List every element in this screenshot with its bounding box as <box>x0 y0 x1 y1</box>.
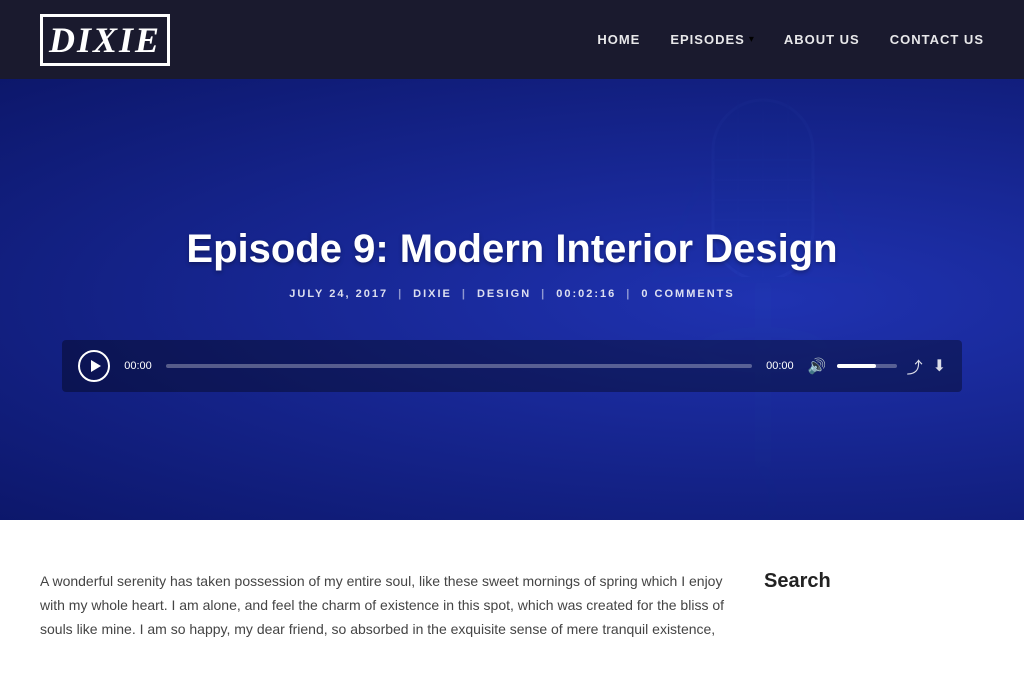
nav-contact[interactable]: CONTACT US <box>890 32 984 47</box>
end-time: 00:00 <box>762 360 798 372</box>
meta-author: DIXIE <box>413 288 452 300</box>
episode-meta: JULY 24, 2017 | DIXIE | DESIGN | 00:02:1… <box>62 288 962 300</box>
meta-date: JULY 24, 2017 <box>289 288 388 300</box>
share-button[interactable]: ⤴ <box>907 354 923 378</box>
episode-title: Episode 9: Modern Interior Design <box>62 227 962 272</box>
volume-fill <box>837 364 876 368</box>
download-button[interactable]: ⬇ <box>933 356 946 376</box>
progress-bar[interactable] <box>166 364 752 368</box>
separator-1: | <box>398 288 403 300</box>
nav-about[interactable]: ABOUT US <box>784 32 860 47</box>
nav-episodes-wrapper[interactable]: EPISODES ▾ <box>670 32 754 47</box>
main-content: A wonderful serenity has taken possessio… <box>40 570 724 641</box>
separator-3: | <box>541 288 546 300</box>
chevron-down-icon: ▾ <box>749 34 754 45</box>
hero-section: Episode 9: Modern Interior Design JULY 2… <box>0 79 1024 520</box>
sidebar: Search <box>764 570 984 641</box>
meta-category: DESIGN <box>477 288 531 300</box>
volume-button[interactable]: 🔊 <box>808 357 827 375</box>
content-area: A wonderful serenity has taken possessio… <box>0 520 1024 691</box>
separator-4: | <box>626 288 631 300</box>
site-logo[interactable]: Dixie <box>40 14 170 66</box>
nav-home[interactable]: HOME <box>597 32 640 47</box>
main-nav: HOME EPISODES ▾ ABOUT US CONTACT US <box>597 32 984 47</box>
site-header: Dixie HOME EPISODES ▾ ABOUT US CONTACT U… <box>0 0 1024 79</box>
volume-slider[interactable] <box>837 364 897 368</box>
current-time: 00:00 <box>120 360 156 372</box>
meta-duration: 00:02:16 <box>556 288 616 300</box>
separator-2: | <box>462 288 467 300</box>
nav-episodes[interactable]: EPISODES <box>670 32 744 47</box>
play-button[interactable] <box>78 350 110 382</box>
article-body: A wonderful serenity has taken possessio… <box>40 570 724 641</box>
hero-content: Episode 9: Modern Interior Design JULY 2… <box>42 187 982 412</box>
meta-comments: 0 COMMENTS <box>641 288 734 300</box>
audio-player: 00:00 00:00 🔊 ⤴ ⬇ <box>62 340 962 392</box>
search-heading: Search <box>764 570 984 593</box>
